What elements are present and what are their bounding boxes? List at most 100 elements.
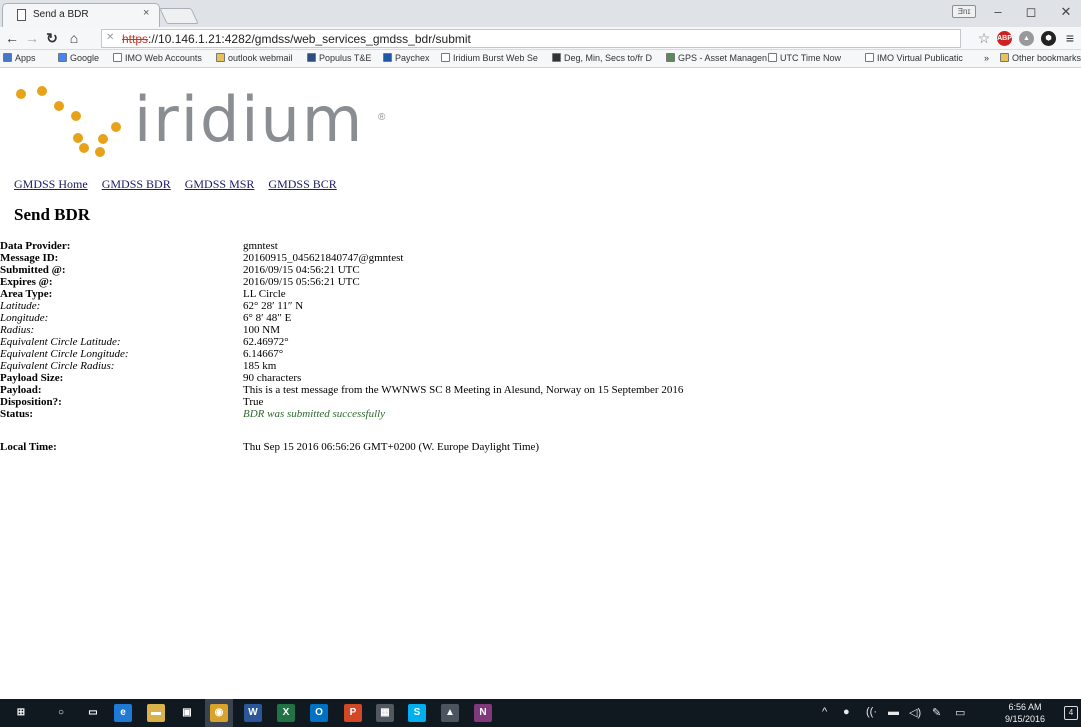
address-bar[interactable]: ✕ https://10.146.1.21:4282/gmdss/web_ser… xyxy=(101,29,961,48)
gps-icon xyxy=(666,53,675,62)
extension-hex-icon[interactable]: ⬢ xyxy=(1041,31,1056,46)
bookmark-item[interactable]: Other bookmarks xyxy=(1000,53,1081,63)
back-icon[interactable]: ← xyxy=(4,30,20,46)
detail-label: Local Time: xyxy=(0,441,57,453)
google-icon xyxy=(58,53,67,62)
page-icon xyxy=(768,53,777,62)
page-title: Send BDR xyxy=(14,205,91,224)
maximize-icon[interactable]: ◻ xyxy=(1021,4,1041,20)
reload-icon[interactable]: ↻ xyxy=(44,30,60,47)
battery-icon[interactable]: ▬ xyxy=(888,706,899,718)
insecure-lock-icon[interactable]: ✕ xyxy=(106,32,114,43)
detail-row: Expires @: 2016/09/15 05:56:21 UTC xyxy=(0,276,900,288)
powerpoint-icon[interactable]: P xyxy=(344,704,362,722)
calculator-icon[interactable]: ▦ xyxy=(376,704,394,722)
bookmark-item[interactable]: IMO Virtual Publicatic xyxy=(865,53,963,63)
bookmark-label: Other bookmarks xyxy=(1012,53,1081,63)
nav-link-gmdss-home[interactable]: GMDSS Home xyxy=(14,177,88,191)
extension-icon[interactable]: ▲ xyxy=(1019,31,1034,46)
detail-label: Submitted @: xyxy=(0,264,66,276)
bookmark-item[interactable]: Deg, Min, Secs to/fr D xyxy=(552,53,652,63)
photos-icon[interactable]: ▲ xyxy=(441,704,459,722)
detail-row: Equivalent Circle Radius: 185 km xyxy=(0,360,900,372)
detail-value: 62.46972° xyxy=(243,336,289,348)
bookmark-item[interactable]: Paychex xyxy=(383,53,430,63)
bookmark-star-icon[interactable]: ☆ xyxy=(976,30,992,47)
detail-value: 6.14667° xyxy=(243,348,284,360)
minimize-icon[interactable]: – xyxy=(988,4,1008,19)
detail-value: gmntest xyxy=(243,240,278,252)
bookmark-item[interactable]: » xyxy=(984,53,989,63)
pen-icon[interactable]: ✎ xyxy=(932,706,941,719)
bookmark-item[interactable]: UTC Time Now xyxy=(768,53,841,63)
close-icon[interactable]: × xyxy=(143,7,149,19)
bookmark-label: » xyxy=(984,53,990,63)
bookmark-item[interactable]: Google xyxy=(58,53,99,63)
adblock-icon[interactable]: ABP xyxy=(997,31,1012,46)
detail-label: Latitude: xyxy=(0,300,41,312)
word-icon[interactable]: W xyxy=(244,704,262,722)
page-icon xyxy=(17,9,26,21)
bookmark-item[interactable]: IMO Web Accounts xyxy=(113,53,202,63)
page-icon xyxy=(113,53,122,62)
apps-grid-icon xyxy=(3,53,12,62)
bookmark-label: outlook webmail xyxy=(228,53,293,63)
bookmark-item[interactable]: Apps xyxy=(3,53,36,63)
bookmark-label: UTC Time Now xyxy=(780,53,842,63)
url-path: ://10.146.1.21:4282/gmdss/web_services_g… xyxy=(148,32,471,46)
detail-value: True xyxy=(243,396,264,408)
onenote-icon[interactable]: N xyxy=(474,704,492,722)
detail-row: Message ID: 20160915_045621840747@gmntest xyxy=(0,252,900,264)
detail-row: Status: BDR was submitted successfully xyxy=(0,408,900,420)
volume-icon[interactable]: ◁) xyxy=(909,706,921,719)
store-icon[interactable]: ▣ xyxy=(178,704,196,722)
wifi-icon[interactable]: ((· xyxy=(866,706,877,718)
bookmark-item[interactable]: Iridium Burst Web Se xyxy=(441,53,538,63)
bookmark-item[interactable]: GPS - Asset Managen xyxy=(666,53,767,63)
file-explorer-icon[interactable]: ▬ xyxy=(147,704,165,722)
logo-dots-icon xyxy=(16,86,121,157)
url-scheme: https xyxy=(122,32,149,46)
bookmark-item[interactable]: outlook webmail xyxy=(216,53,293,63)
keyboard-icon[interactable]: ▭ xyxy=(955,706,965,719)
skype-icon[interactable]: S xyxy=(408,704,426,722)
detail-value: 6° 8′ 48″ E xyxy=(243,312,292,324)
show-hidden-icons-icon[interactable]: ^ xyxy=(822,706,827,718)
chrome-icon[interactable]: ◉ xyxy=(210,704,228,722)
detail-label: Area Type: xyxy=(0,288,53,300)
menu-icon[interactable]: ≡ xyxy=(1062,30,1078,46)
detail-label: Equivalent Circle Radius: xyxy=(0,360,115,372)
nav-link-gmdss-bcr[interactable]: GMDSS BCR xyxy=(268,177,336,191)
outlook-icon[interactable]: O xyxy=(310,704,328,722)
logo-wordmark: iridium xyxy=(134,83,365,156)
browser-toolbar: ← → ↻ ⌂ ✕ https://10.146.1.21:4282/gmdss… xyxy=(0,27,1081,50)
windows-start-icon[interactable]: ⊞ xyxy=(12,704,30,722)
bookmark-item[interactable]: Populus T&E xyxy=(307,53,371,63)
bookmark-label: Apps xyxy=(15,53,36,63)
profile-button[interactable]: Ǝnɪ xyxy=(952,5,976,18)
bookmark-label: IMO Virtual Publicatic xyxy=(877,53,963,63)
tab-title: Send a BDR xyxy=(33,9,89,20)
detail-value: BDR was submitted successfully xyxy=(243,408,386,420)
home-icon[interactable]: ⌂ xyxy=(66,30,82,46)
detail-value: 2016/09/15 05:56:21 UTC xyxy=(243,276,360,288)
task-view-icon[interactable]: ▭ xyxy=(84,704,102,722)
folder-icon xyxy=(1000,53,1009,62)
edge-icon[interactable]: e xyxy=(114,704,132,722)
new-tab-button[interactable] xyxy=(159,8,199,24)
excel-icon[interactable]: X xyxy=(277,704,295,722)
detail-row: Radius: 100 NM xyxy=(0,324,900,336)
close-window-icon[interactable]: ✕ xyxy=(1056,4,1076,20)
nav-link-gmdss-msr[interactable]: GMDSS MSR xyxy=(185,177,255,191)
page-icon xyxy=(865,53,874,62)
detail-value: LL Circle xyxy=(243,288,286,300)
detail-label: Equivalent Circle Longitude: xyxy=(0,348,129,360)
forward-icon[interactable]: → xyxy=(24,30,40,46)
cortana-search-icon[interactable]: ○ xyxy=(52,704,70,722)
nav-link-gmdss-bdr[interactable]: GMDSS BDR xyxy=(102,177,171,191)
system-clock[interactable]: 6:56 AM 9/15/2016 xyxy=(1000,701,1050,725)
detail-row: Payload: This is a test message from the … xyxy=(0,384,900,396)
browser-tab[interactable]: Send a BDR × xyxy=(2,3,160,27)
notifications-icon[interactable]: 4 xyxy=(1064,706,1078,720)
tray-app-icon[interactable]: ● xyxy=(843,706,850,718)
